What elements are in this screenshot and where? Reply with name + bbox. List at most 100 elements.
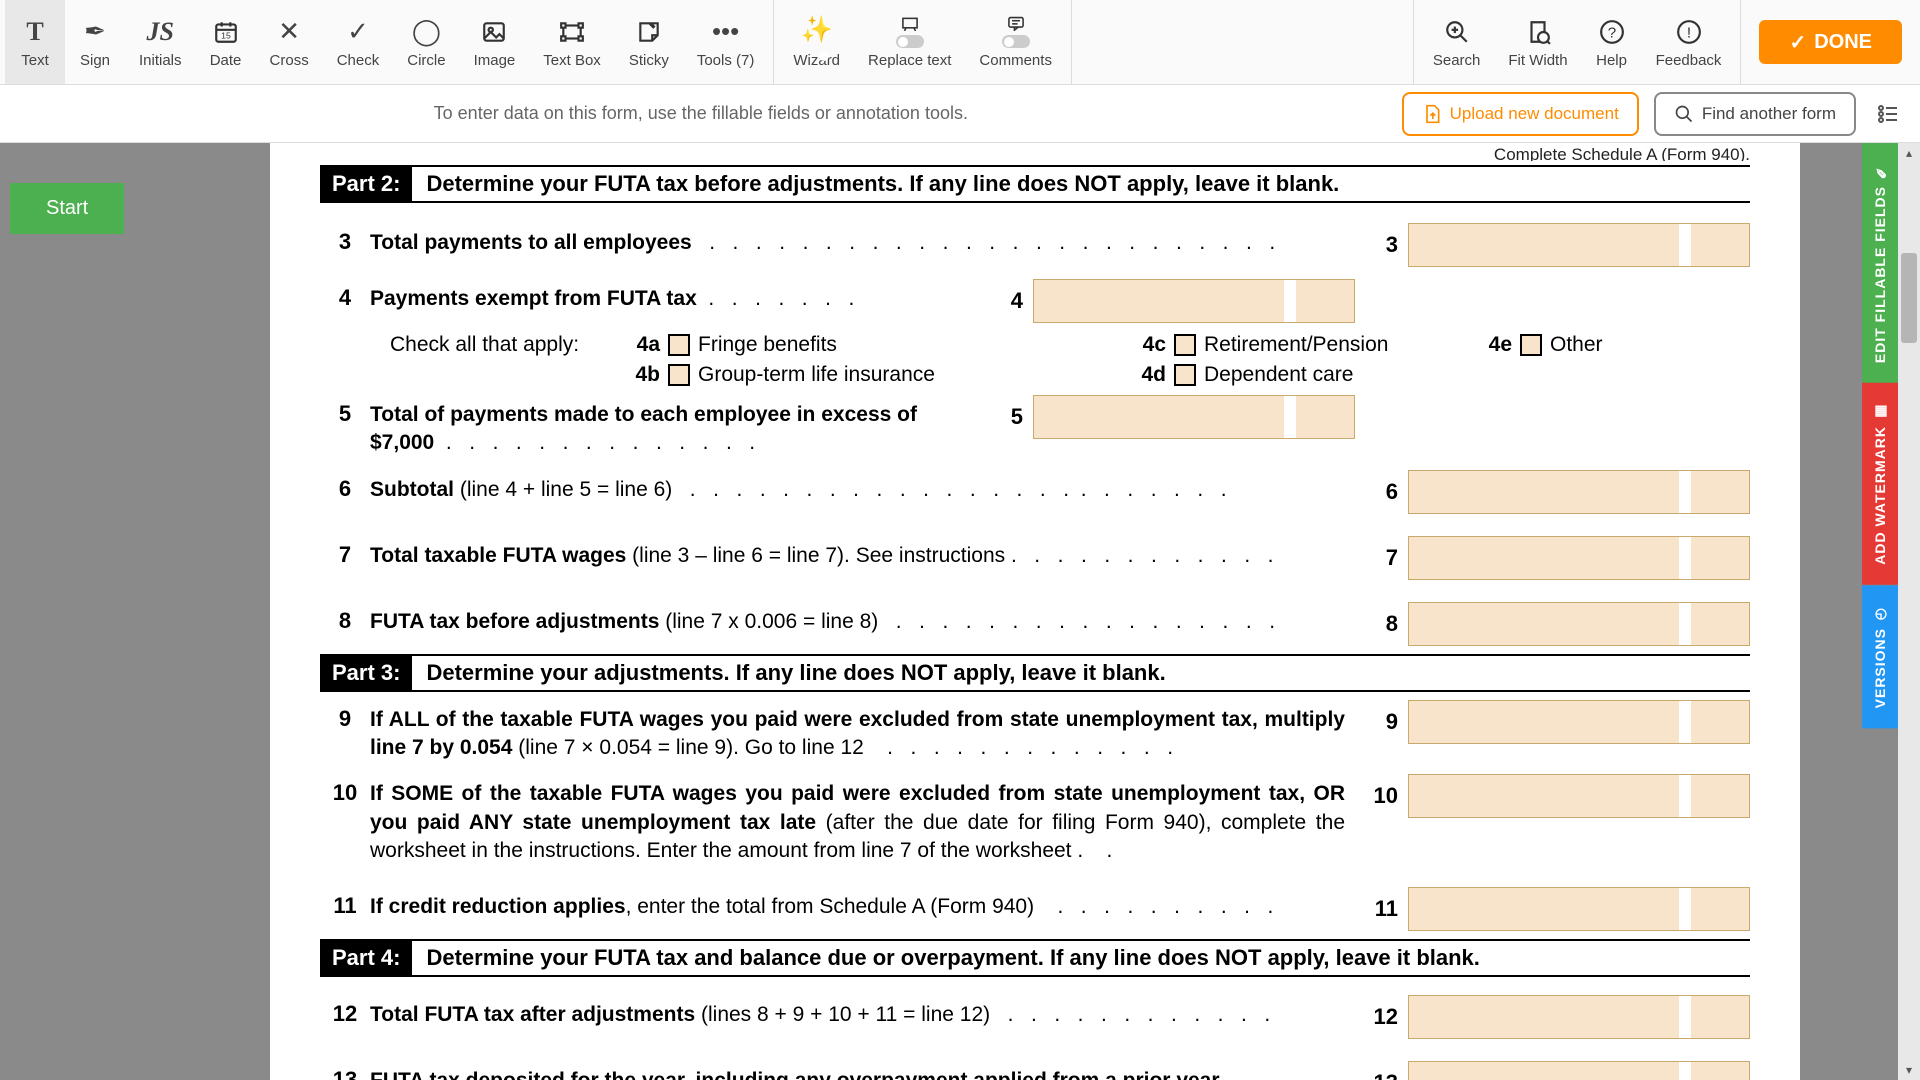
textbox-tool[interactable]: Text Box (529, 0, 615, 84)
watermark-icon: ▦ (1872, 403, 1888, 420)
tools-menu[interactable]: •••Tools (7) (683, 0, 769, 84)
amount-field-10[interactable] (1408, 774, 1750, 818)
search-icon (1444, 16, 1470, 48)
amount-field-12[interactable] (1408, 995, 1750, 1039)
amount-field-7[interactable] (1408, 536, 1750, 580)
check-icon: ✓ (347, 16, 369, 48)
line-num: 5 (320, 395, 370, 427)
check-id: 4b (626, 363, 660, 387)
cross-tool[interactable]: ✕Cross (256, 0, 323, 84)
sign-tool[interactable]: ✒Sign (65, 0, 125, 84)
upload-icon (1422, 104, 1442, 124)
start-button[interactable]: Start (10, 183, 124, 234)
part3-label: Part 3: (320, 656, 412, 690)
textbox-icon (559, 16, 585, 48)
box-num: 3 (1368, 232, 1408, 258)
line-text: Total payments to all employees . . . . … (370, 223, 1355, 257)
line-num: 7 (320, 536, 370, 568)
side-tabs: EDIT FILLABLE FIELDS✎ ADD WATERMARK▦ VER… (1862, 143, 1898, 728)
checkbox-4d[interactable] (1174, 364, 1196, 386)
amount-field-11[interactable] (1408, 887, 1750, 931)
circle-tool[interactable]: ◯Circle (393, 0, 459, 84)
versions-tab[interactable]: VERSIONS◷ (1862, 585, 1898, 728)
fit-width-tool[interactable]: Fit Width (1494, 0, 1581, 84)
comments-tool[interactable]: Comments (965, 0, 1066, 84)
secondary-bar: To enter data on this form, use the fill… (0, 85, 1920, 143)
line-7: 7 Total taxable FUTA wages (line 3 – lin… (320, 518, 1750, 584)
feedback-icon: ! (1676, 16, 1702, 48)
line-text: Total FUTA tax after adjustments (lines … (370, 995, 1355, 1029)
edit-icon: ✎ (1872, 163, 1888, 180)
line-num: 6 (320, 470, 370, 502)
main-area: Start Complete Schedule A (Form 940). Pa… (0, 143, 1920, 1080)
amount-field-6[interactable] (1408, 470, 1750, 514)
part4-header: Part 4: Determine your FUTA tax and bala… (320, 939, 1750, 977)
amount-field-8[interactable] (1408, 602, 1750, 646)
scroll-thumb[interactable] (1901, 253, 1917, 343)
sticky-tool[interactable]: Sticky (615, 0, 683, 84)
wand-icon: ✨ (801, 16, 833, 48)
box-num: 12 (1368, 1004, 1408, 1030)
feedback-tool[interactable]: !Feedback (1642, 0, 1736, 84)
box-num: 5 (993, 404, 1033, 430)
box-num: 6 (1368, 479, 1408, 505)
search-tool[interactable]: Search (1419, 0, 1495, 84)
wizard-tool[interactable]: ✨Wizard (779, 0, 854, 84)
box-num: 11 (1368, 896, 1408, 922)
part4-label: Part 4: (320, 941, 412, 975)
amount-field-9[interactable] (1408, 700, 1750, 744)
check-tool[interactable]: ✓Check (323, 0, 394, 84)
fit-width-icon (1525, 16, 1551, 48)
scroll-up-arrow[interactable]: ▴ (1898, 143, 1920, 163)
amount-field-4[interactable] (1033, 279, 1355, 323)
line-text: Total of payments made to each employee … (370, 395, 975, 458)
amount-field-3[interactable] (1408, 223, 1750, 267)
date-tool[interactable]: 15Date (196, 0, 256, 84)
help-tool[interactable]: ?Help (1582, 0, 1642, 84)
svg-text:15: 15 (221, 30, 231, 40)
cross-icon: ✕ (278, 16, 300, 48)
check-id: 4d (1132, 363, 1166, 387)
amount-field-5[interactable] (1033, 395, 1355, 439)
image-tool[interactable]: Image (460, 0, 530, 84)
checkbox-4a[interactable] (668, 334, 690, 356)
replace-icon (896, 16, 924, 48)
line-text: Payments exempt from FUTA tax . . . . . … (370, 279, 975, 313)
check-all-that-apply: Check all that apply: 4aFringe benefits … (320, 333, 1750, 357)
line-num: 8 (320, 602, 370, 634)
scroll-down-arrow[interactable]: ▾ (1898, 1060, 1920, 1080)
add-watermark-tab[interactable]: ADD WATERMARK▦ (1862, 383, 1898, 585)
document-page: Complete Schedule A (Form 940). Part 2: … (270, 143, 1800, 1080)
line-num: 12 (320, 995, 370, 1027)
checkbox-4c[interactable] (1174, 334, 1196, 356)
calendar-icon: 15 (213, 16, 239, 48)
check-label: Retirement/Pension (1204, 333, 1388, 357)
vertical-scrollbar[interactable]: ▴ ▾ (1898, 143, 1920, 1080)
edit-fillable-fields-tab[interactable]: EDIT FILLABLE FIELDS✎ (1862, 143, 1898, 383)
outline-panel-button[interactable] (1871, 97, 1905, 131)
box-num: 7 (1368, 545, 1408, 571)
part2-label: Part 2: (320, 167, 412, 201)
check-intro: Check all that apply: (390, 333, 620, 357)
done-button[interactable]: ✓DONE (1759, 20, 1902, 64)
replace-text-tool[interactable]: Replace text (854, 0, 965, 84)
amount-field-13[interactable] (1408, 1061, 1750, 1080)
box-num: 8 (1368, 611, 1408, 637)
checkbox-4b[interactable] (668, 364, 690, 386)
find-form-button[interactable]: Find another form (1654, 92, 1856, 136)
part2-header: Part 2: Determine your FUTA tax before a… (320, 165, 1750, 203)
sign-icon: ✒ (84, 16, 106, 48)
comments-icon (1002, 16, 1030, 48)
line-num: 3 (320, 223, 370, 255)
document-viewport[interactable]: Complete Schedule A (Form 940). Part 2: … (150, 143, 1920, 1080)
initials-icon: JS (147, 16, 174, 48)
check-id: 4e (1478, 333, 1512, 357)
line-11: 11 If credit reduction applies, enter th… (320, 869, 1750, 935)
checkbox-4e[interactable] (1520, 334, 1542, 356)
line-num: 4 (320, 279, 370, 311)
upload-document-button[interactable]: Upload new document (1402, 92, 1639, 136)
check-label: Group-term life insurance (698, 363, 935, 387)
initials-tool[interactable]: JSInitials (125, 0, 196, 84)
text-tool[interactable]: TText (5, 0, 65, 84)
more-icon: ••• (712, 16, 739, 48)
